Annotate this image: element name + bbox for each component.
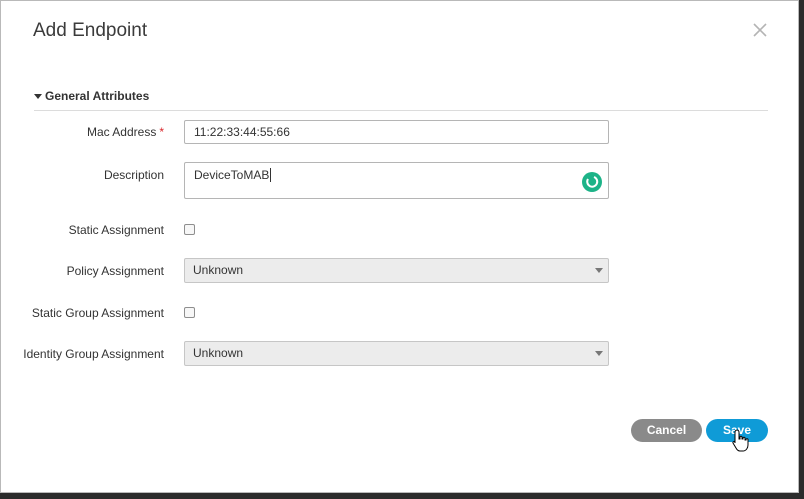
required-marker: * — [159, 125, 164, 139]
section-general-attributes[interactable]: General Attributes — [34, 89, 149, 103]
section-divider — [34, 110, 768, 111]
static-assignment-checkbox[interactable] — [184, 224, 195, 235]
policy-assignment-value: Unknown — [193, 263, 244, 277]
text-cursor — [270, 168, 272, 182]
static-group-assignment-label: Static Group Assignment — [31, 306, 164, 320]
dialog-title: Add Endpoint — [33, 20, 148, 41]
mac-address-label-text: Mac Address — [86, 125, 157, 139]
section-title: General Attributes — [45, 89, 150, 103]
hand-pointer-cursor-icon — [732, 429, 750, 458]
identity-group-assignment-select[interactable]: Unknown — [184, 341, 609, 366]
static-assignment-label: Static Assignment — [68, 223, 164, 237]
dropdown-arrow-icon — [595, 268, 603, 273]
loading-spinner-icon — [582, 172, 602, 192]
policy-assignment-select[interactable]: Unknown — [184, 258, 609, 283]
static-group-assignment-checkbox[interactable] — [184, 307, 195, 318]
mac-address-label: Mac Address * — [87, 125, 164, 139]
mac-address-field[interactable] — [184, 120, 609, 144]
add-endpoint-dialog: Add Endpoint General Attributes Mac Addr… — [0, 0, 799, 493]
description-label: Description — [103, 168, 164, 182]
dropdown-arrow-icon — [595, 351, 603, 356]
cancel-button[interactable]: Cancel — [631, 419, 702, 442]
caret-down-icon — [34, 94, 42, 99]
policy-assignment-label: Policy Assignment — [66, 264, 164, 278]
description-value: DeviceToMAB — [194, 168, 270, 182]
description-field[interactable]: DeviceToMAB — [184, 162, 609, 199]
identity-group-assignment-value: Unknown — [193, 346, 244, 360]
identity-group-assignment-label: Identity Group Assignment — [23, 347, 164, 361]
close-icon[interactable] — [749, 19, 771, 41]
